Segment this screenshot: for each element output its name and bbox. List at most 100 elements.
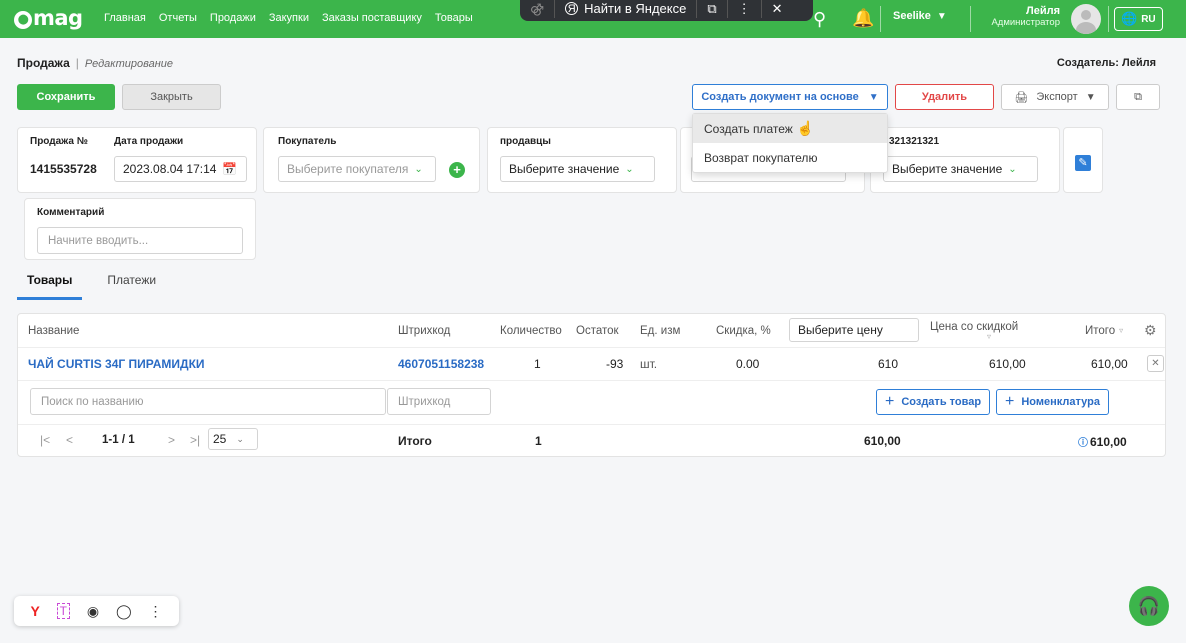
- custom-field-select[interactable]: Выберите значение ⌄: [883, 156, 1038, 182]
- divider: [1108, 6, 1109, 32]
- company-select[interactable]: Seelike ▼: [893, 10, 947, 22]
- column-header-total[interactable]: Итого ▿: [1085, 314, 1123, 347]
- menu-item-create-payment[interactable]: Создать платеж ☝: [693, 114, 887, 143]
- filter-icon[interactable]: ▿: [987, 332, 991, 341]
- sellers-select[interactable]: Выберите значение ⌄: [500, 156, 655, 182]
- umag-logo[interactable]: ● mag: [14, 6, 83, 30]
- sale-date-label: Дата продажи: [114, 136, 184, 147]
- eye-icon[interactable]: ◉: [87, 603, 99, 620]
- sellers-card: продавцы Выберите значение ⌄: [487, 127, 677, 193]
- yandex-y-icon[interactable]: Y: [30, 603, 39, 619]
- add-buyer-icon[interactable]: +: [449, 162, 465, 178]
- copy-icon[interactable]: ⧉: [697, 0, 728, 18]
- comment-label: Комментарий: [37, 207, 105, 218]
- page-title: Продажа: [17, 56, 70, 70]
- nav-item-sales[interactable]: Продажи: [210, 12, 256, 24]
- nav-item-reports[interactable]: Отчеты: [159, 12, 197, 24]
- avatar[interactable]: [1071, 4, 1101, 34]
- chevron-down-icon: ⌄: [236, 433, 244, 444]
- copy-document-button[interactable]: ⧉: [1116, 84, 1160, 110]
- more-vertical-icon[interactable]: ⋮: [728, 0, 762, 18]
- save-button[interactable]: Сохранить: [17, 84, 115, 110]
- menu-item-label: Возврат покупателю: [704, 150, 818, 165]
- page-size-select[interactable]: 25 ⌄: [208, 428, 258, 450]
- last-page-icon[interactable]: >|: [190, 433, 200, 447]
- more-vertical-icon[interactable]: ⋮: [149, 603, 163, 620]
- nav-item-products[interactable]: Товары: [435, 12, 473, 24]
- bell-icon[interactable]: 🔔: [852, 8, 874, 29]
- tab-payments[interactable]: Платежи: [107, 273, 156, 300]
- footer-total-label: Итого: [398, 434, 432, 448]
- search-name-placeholder: Поиск по названию: [41, 395, 144, 408]
- next-page-icon[interactable]: >: [168, 433, 175, 447]
- custom-field-value: Выберите значение: [892, 162, 1003, 176]
- screenshot-icon[interactable]: ◯: [116, 603, 132, 620]
- gear-icon[interactable]: ⚙: [1144, 322, 1157, 339]
- footer-total-sum: 610,00: [864, 434, 901, 448]
- export-button[interactable]: 🖨 Экспорт ▼: [1001, 84, 1109, 110]
- main-nav: Главная Отчеты Продажи Закупки Заказы по…: [104, 12, 473, 24]
- language-label: RU: [1141, 13, 1156, 25]
- printer-icon: 🖨: [1014, 91, 1029, 104]
- product-name-link[interactable]: ЧАЙ CURTIS 34Г ПИРАМИДКИ: [28, 347, 205, 380]
- menu-item-return-to-buyer[interactable]: Возврат покупателю: [693, 143, 887, 172]
- create-document-dropdown: Создать платеж ☝ Возврат покупателю: [692, 113, 888, 173]
- tab-products[interactable]: Товары: [17, 273, 83, 300]
- nomenclature-button[interactable]: + Номенклатура: [996, 389, 1109, 415]
- first-page-icon[interactable]: |<: [40, 433, 50, 447]
- product-total: 610,00: [1091, 356, 1128, 371]
- buyer-select[interactable]: Выберите покупателя ⌄: [278, 156, 436, 182]
- plus-icon: +: [885, 393, 895, 410]
- user-info[interactable]: Лейля Администратор: [978, 5, 1060, 28]
- chevron-down-icon: ▼: [868, 91, 879, 103]
- nav-item-home[interactable]: Главная: [104, 12, 146, 24]
- search-barcode-placeholder: Штрихкод: [398, 395, 451, 408]
- column-header-name[interactable]: Название: [28, 314, 79, 347]
- calendar-icon: 📅: [222, 162, 238, 176]
- create-product-button[interactable]: + Создать товар: [876, 389, 991, 415]
- create-document-button[interactable]: Создать документ на основе ▼: [692, 84, 888, 110]
- product-discount[interactable]: 0.00: [736, 347, 759, 380]
- column-header-qty[interactable]: Количество: [500, 314, 562, 347]
- language-button[interactable]: 🌐 RU: [1114, 7, 1163, 31]
- divider: [18, 380, 1165, 381]
- creator-label: Создатель: Лейля: [1056, 57, 1156, 69]
- yandex-logo-icon[interactable]: ⚣: [520, 0, 556, 18]
- support-headset-icon[interactable]: 🎧: [1129, 586, 1169, 626]
- search-by-barcode-input[interactable]: Штрихкод: [387, 388, 491, 415]
- yandex-overlay-bar: ⚣ Я Найти в Яндексе ⧉ ⋮ ✕: [520, 0, 813, 21]
- delete-button[interactable]: Удалить: [895, 84, 994, 110]
- close-icon[interactable]: ✕: [762, 0, 793, 18]
- price-type-select[interactable]: Выберите цену: [789, 318, 919, 342]
- copy-icon: ⧉: [1134, 90, 1142, 103]
- column-header-barcode[interactable]: Штрихкод: [398, 314, 450, 347]
- comment-input[interactable]: Начните вводить...: [37, 227, 243, 254]
- sale-date-field[interactable]: 2023.08.04 17:14 📅: [114, 156, 247, 182]
- buyer-card: Покупатель Выберите покупателя ⌄ +: [263, 127, 480, 193]
- remove-row-icon[interactable]: ✕: [1147, 355, 1164, 372]
- create-document-label: Создать документ на основе: [701, 91, 859, 103]
- product-barcode-link[interactable]: 4607051158238: [398, 347, 484, 380]
- globe-icon: 🌐: [1121, 11, 1138, 26]
- search-by-name-input[interactable]: Поиск по названию: [30, 388, 386, 415]
- nav-item-purchases[interactable]: Закупки: [269, 12, 309, 24]
- text-recognition-icon[interactable]: T: [56, 603, 70, 619]
- custom-field-label: 321321321: [889, 136, 940, 147]
- nav-item-supplier-orders[interactable]: Заказы поставщику: [322, 12, 422, 24]
- divider: [880, 6, 881, 32]
- chevron-down-icon: ⌄: [1008, 163, 1017, 175]
- search-icon[interactable]: ⚲: [813, 9, 826, 30]
- hand-cursor-icon: ☝: [796, 120, 815, 136]
- prev-page-icon[interactable]: <: [66, 433, 73, 447]
- column-header-discount[interactable]: Скидка, %: [716, 314, 771, 347]
- info-icon: ⓘ: [1078, 438, 1088, 449]
- close-button[interactable]: Закрыть: [122, 84, 221, 110]
- column-header-discount-price[interactable]: Цена со скидкой: [930, 317, 1018, 337]
- product-qty[interactable]: 1: [534, 347, 541, 380]
- column-header-stock[interactable]: Остаток: [576, 314, 619, 347]
- sale-date-value: 2023.08.04 17:14: [123, 162, 217, 176]
- column-header-unit[interactable]: Ед. изм: [640, 314, 680, 347]
- edit-icon[interactable]: ✎: [1075, 155, 1091, 171]
- yandex-search-button[interactable]: Я Найти в Яндексе: [555, 0, 698, 18]
- product-price[interactable]: 610: [878, 347, 898, 380]
